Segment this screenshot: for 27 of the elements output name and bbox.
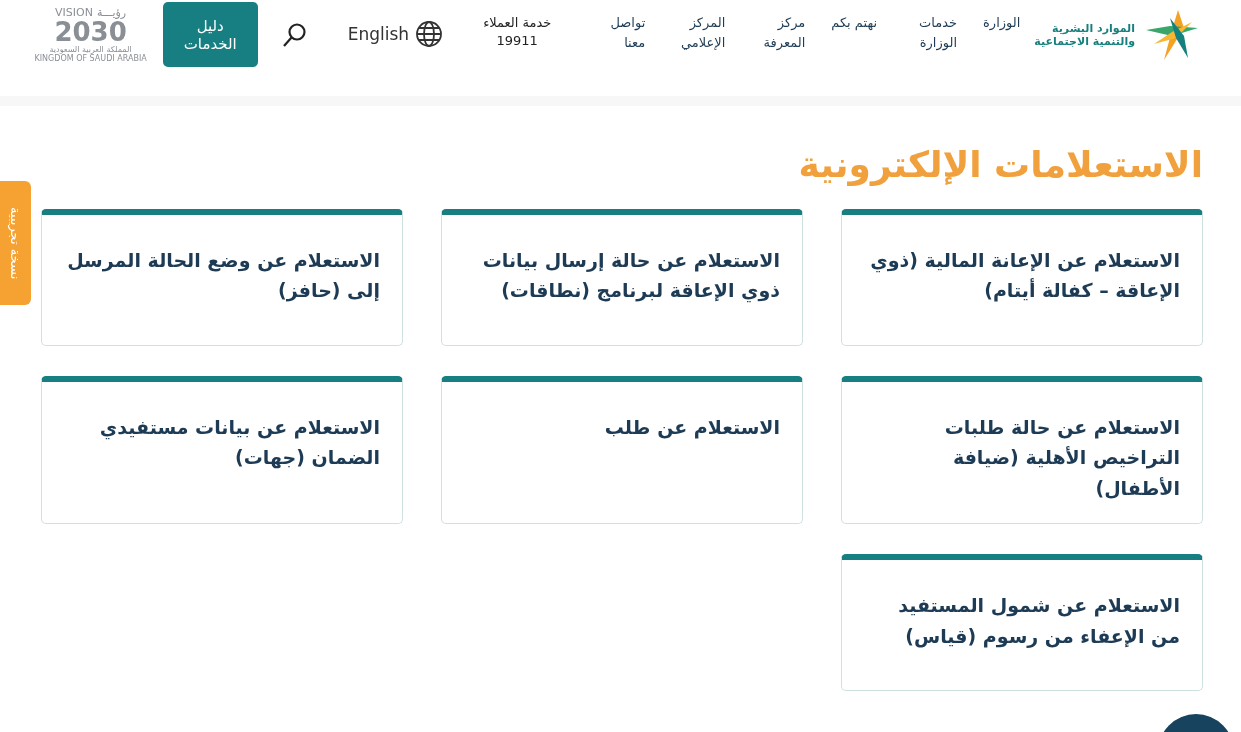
inquiry-card[interactable]: الاستعلام عن الإعانة المالية (ذوي الإعاقة – كفالة أيتام) xyxy=(841,209,1203,346)
page-title: الاستعلامات الإلكترونية xyxy=(797,144,1203,185)
nav-link[interactable]: نهتم بكم xyxy=(831,13,878,52)
inquiry-card[interactable]: الاستعلام عن بيانات مستفيدي الضمان (جهات) xyxy=(41,376,403,525)
country-name-ar: المملكة العربية السعودية xyxy=(49,45,132,54)
vision-label: VISION xyxy=(55,6,93,19)
search-icon[interactable] xyxy=(281,22,308,48)
services-guide-button[interactable]: دليل الخدمات xyxy=(162,2,258,67)
ministry-name: والتنمية الاجتماعية xyxy=(1034,35,1135,49)
inquiry-card[interactable]: الاستعلام عن طلب xyxy=(441,376,803,525)
vision-year: 2030 xyxy=(54,19,127,45)
inquiry-card[interactable]: الاستعلام عن حالة طلبات التراخيص الأهلية (ضيافة الأطفال) xyxy=(841,376,1203,525)
country-name: KINGDOM OF SAUDI ARABIA xyxy=(34,54,147,63)
globe-icon xyxy=(415,20,444,48)
nav-link[interactable]: خدمات الوزارة xyxy=(903,13,958,52)
inquiry-card[interactable]: الاستعلام عن شمول المستفيد من الإعفاء من رسوم (قياس) xyxy=(841,554,1203,692)
customer-service-number: 19911 xyxy=(496,32,538,51)
inquiry-card[interactable]: الاستعلام عن حالة إرسال بيانات ذوي الإعاقة لبرنامج (نطاقات) xyxy=(441,209,803,346)
inquiry-card[interactable]: الاستعلام عن وضع الحالة المرسل إلى (حافز) xyxy=(41,209,403,346)
language-link[interactable]: English xyxy=(347,20,444,48)
ministry-name: الموارد البشرية xyxy=(1051,21,1135,35)
vision-label-ar: رؤيـــة xyxy=(96,6,127,19)
nav-link[interactable]: الوزارة xyxy=(983,13,1021,52)
nav-link[interactable]: تواصل معنا xyxy=(591,13,646,52)
nav-link[interactable]: المركز الإعلامي xyxy=(671,13,726,52)
customer-service-label: خدمة العملاء xyxy=(483,14,552,32)
nav-link[interactable]: مركز المعرفة xyxy=(751,13,806,52)
